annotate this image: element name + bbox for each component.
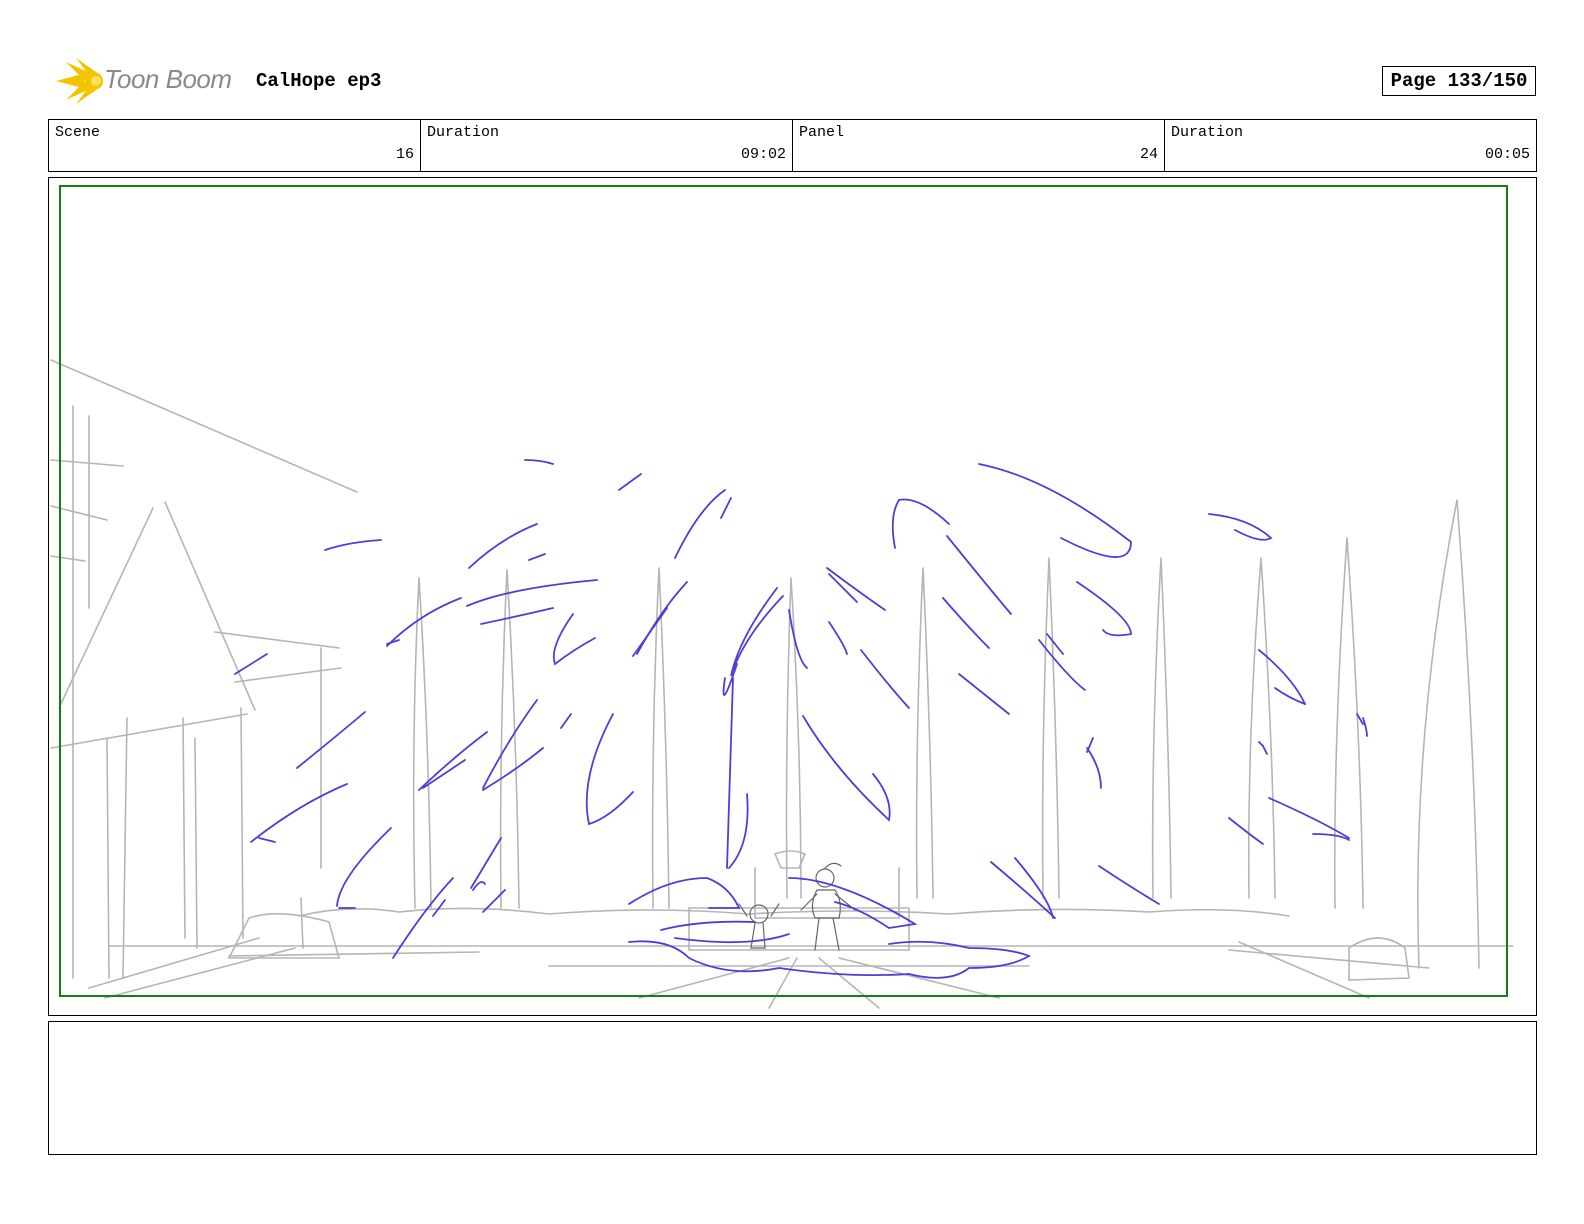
brand-name: Toon Boom xyxy=(104,64,232,94)
panel-cell: Panel 24 xyxy=(793,120,1165,171)
panel-duration-label: Duration xyxy=(1171,124,1244,141)
storyboard-panel xyxy=(48,177,1537,1016)
panel-duration-value: 00:05 xyxy=(1484,146,1530,163)
safe-frame xyxy=(59,185,1508,997)
project-title: CalHope ep3 xyxy=(256,70,382,92)
scene-label: Scene xyxy=(55,124,101,141)
water-splash-sketch xyxy=(234,459,1368,979)
scene-duration-label: Duration xyxy=(427,124,500,141)
character-sketch xyxy=(738,862,856,951)
panel-notes-box xyxy=(48,1021,1537,1155)
scene-cell: Scene 16 xyxy=(49,120,421,171)
scene-duration-value: 09:02 xyxy=(740,146,786,163)
scene-value: 16 xyxy=(395,146,414,163)
panel-value: 24 xyxy=(1139,146,1158,163)
info-table: Scene 16 Duration 09:02 Panel 24 Duratio… xyxy=(48,119,1537,172)
panel-sketch xyxy=(50,185,1514,1009)
page-indicator: Page 133/150 xyxy=(1382,66,1536,96)
panel-duration-cell: Duration 00:05 xyxy=(1165,120,1536,171)
panel-label: Panel xyxy=(799,124,845,141)
scene-duration-cell: Duration 09:02 xyxy=(421,120,793,171)
